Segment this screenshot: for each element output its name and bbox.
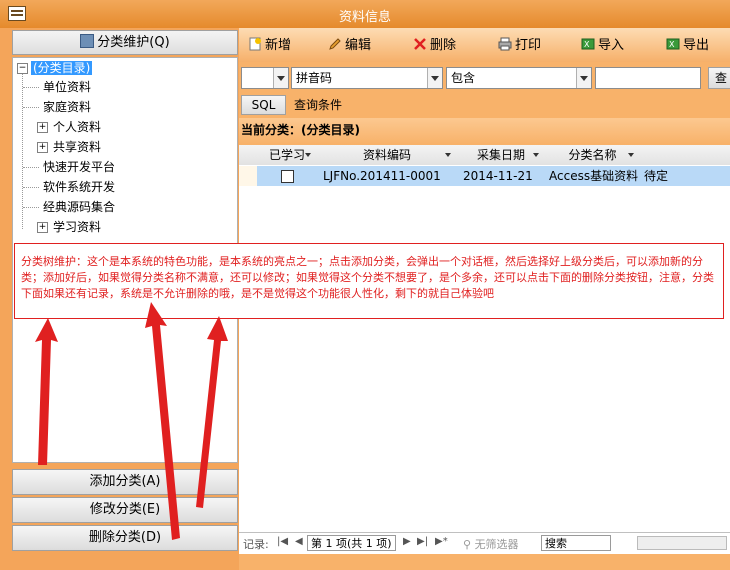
annotation-arrows	[35, 302, 228, 540]
arrow-icon	[35, 318, 58, 465]
arrow-icon	[196, 316, 228, 508]
arrow-icon	[145, 302, 180, 540]
